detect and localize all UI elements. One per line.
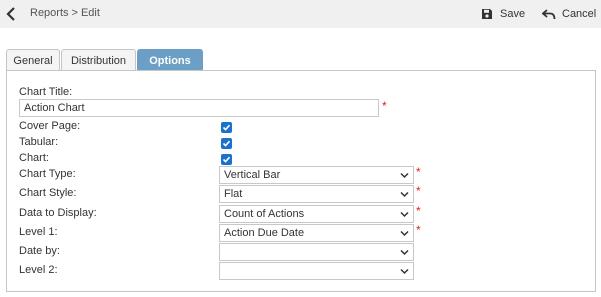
floppy-disk-icon — [482, 9, 492, 19]
cover-page-label: Cover Page: — [19, 120, 81, 132]
breadcrumb-parent[interactable]: Reports — [30, 7, 69, 19]
chart-type-value: Vertical Bar — [224, 169, 281, 181]
tabular-checkbox[interactable] — [221, 138, 232, 149]
chevron-down-icon — [400, 268, 409, 275]
level-1-label: Level 1: — [19, 226, 58, 238]
level-1-required-mark: * — [416, 223, 421, 237]
chevron-down-icon — [400, 230, 409, 237]
chart-style-select[interactable]: Flat — [219, 185, 414, 203]
chart-style-value: Flat — [224, 188, 243, 200]
chart-type-label: Chart Type: — [19, 168, 76, 180]
level-1-select[interactable]: Action Due Date — [219, 224, 414, 242]
level-2-label: Level 2: — [19, 264, 58, 276]
chevron-down-icon — [400, 249, 409, 256]
chart-style-label: Chart Style: — [19, 187, 77, 199]
tab-options[interactable]: Options — [137, 49, 203, 71]
date-by-label: Date by: — [19, 245, 60, 257]
top-toolbar: Reports > Edit Save Cancel — [0, 0, 601, 28]
level-1-value: Action Due Date — [224, 227, 305, 239]
tabular-label: Tabular: — [19, 136, 59, 148]
chart-type-select[interactable]: Vertical Bar — [219, 166, 414, 184]
tab-distribution[interactable]: Distribution — [61, 49, 136, 71]
chart-type-required-mark: * — [416, 165, 421, 179]
chart-title-required-mark: * — [382, 99, 387, 113]
checkmark-icon — [222, 140, 231, 147]
chart-label: Chart: — [19, 152, 49, 164]
chart-style-required-mark: * — [416, 184, 421, 198]
checkmark-icon — [222, 124, 231, 131]
chevron-left-icon — [6, 7, 15, 21]
chart-checkbox[interactable] — [221, 154, 232, 165]
tab-general[interactable]: General — [6, 49, 60, 71]
level-2-select[interactable] — [219, 262, 414, 280]
save-button[interactable]: Save — [481, 5, 525, 23]
data-to-display-select[interactable]: Count of Actions — [219, 205, 414, 223]
breadcrumb-current: Edit — [80, 7, 100, 19]
breadcrumb-separator: > — [71, 7, 78, 19]
chart-title-label: Chart Title: — [19, 86, 73, 98]
cancel-button[interactable]: Cancel — [542, 5, 596, 23]
chevron-down-icon — [400, 191, 409, 198]
save-label: Save — [500, 8, 526, 20]
data-to-display-required-mark: * — [416, 204, 421, 218]
data-to-display-label: Data to Display: — [19, 207, 97, 219]
chevron-down-icon — [400, 172, 409, 179]
back-button[interactable] — [5, 6, 19, 22]
cover-page-checkbox[interactable] — [221, 122, 232, 133]
cancel-label: Cancel — [562, 8, 597, 20]
date-by-select[interactable] — [219, 243, 414, 261]
undo-arrow-icon — [542, 9, 556, 20]
data-to-display-value: Count of Actions — [224, 208, 305, 220]
chart-title-input[interactable] — [19, 99, 379, 117]
checkmark-icon — [222, 156, 231, 163]
chevron-down-icon — [400, 211, 409, 218]
breadcrumb: Reports > Edit — [30, 7, 100, 19]
